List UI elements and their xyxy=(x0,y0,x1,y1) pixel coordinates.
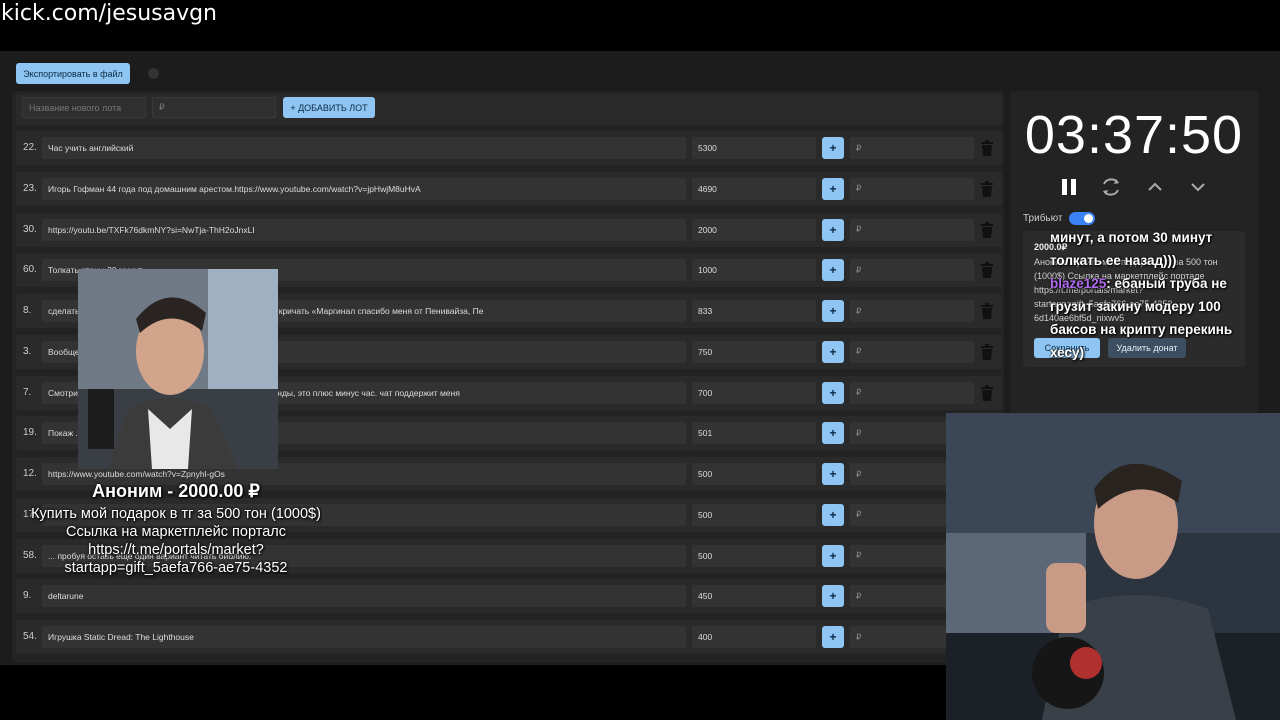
lot-amount-input[interactable]: 750 xyxy=(692,340,816,363)
timer-display: 03:37:50 xyxy=(1024,105,1244,165)
add-amount-button[interactable]: + xyxy=(822,177,844,200)
chevron-up-icon[interactable] xyxy=(1144,176,1166,198)
tribute-toggle[interactable] xyxy=(1069,212,1095,225)
add-amount-button[interactable]: + xyxy=(822,422,844,445)
trash-icon[interactable] xyxy=(980,140,994,156)
lot-row: 23. Игорь Гофман 44 года под домашним аре… xyxy=(16,171,1002,206)
lot-number: 9. xyxy=(23,590,32,602)
chat-message: blaze125: ебаный труба не грузит закину … xyxy=(1050,272,1250,364)
lot-number: 12. xyxy=(23,468,37,479)
webcam-overlay-small xyxy=(78,269,278,469)
lot-number: 19. xyxy=(23,427,37,439)
pause-icon[interactable] xyxy=(1058,176,1080,198)
trash-icon[interactable] xyxy=(980,221,994,238)
new-lot-name-input[interactable]: Название нового лота xyxy=(22,97,146,118)
trash-icon[interactable] xyxy=(980,303,994,319)
lot-amount-input[interactable]: 501 xyxy=(692,422,816,445)
lot-name-input[interactable]: Игорь Гофман 44 года под домашним аресто… xyxy=(42,177,686,200)
lot-ruble-input[interactable]: ₽ xyxy=(850,218,974,241)
lot-name-input[interactable]: https://youtu.be/TXFk76dkmNY?si=NwTja-Th… xyxy=(42,218,686,241)
alert-title: Аноним - 2000.00 ₽ xyxy=(92,481,260,501)
lot-amount-input[interactable]: 5300 xyxy=(692,137,816,159)
lot-number: 8. xyxy=(23,305,32,316)
lot-number: 60. xyxy=(23,264,37,276)
channel-url: kick.com/jesusavgn xyxy=(1,1,218,26)
lot-amount-input[interactable]: 450 xyxy=(692,585,816,608)
lot-amount-input[interactable]: 1000 xyxy=(692,259,816,282)
lot-row: 22. Час учить английский 5300 + ₽ xyxy=(16,131,1002,165)
add-amount-button[interactable]: + xyxy=(822,585,844,608)
lot-amount-input[interactable]: 833 xyxy=(692,300,816,322)
lot-name-input[interactable]: Игрушка Static Dread: The Lighthouse xyxy=(42,626,686,648)
add-amount-button[interactable]: + xyxy=(822,259,844,282)
lot-amount-input[interactable]: 500 xyxy=(692,544,816,567)
add-amount-button[interactable]: + xyxy=(822,300,844,322)
lot-amount-input[interactable]: 500 xyxy=(692,463,816,485)
lot-ruble-input[interactable]: ₽ xyxy=(850,381,974,404)
lot-number: 22. xyxy=(23,142,37,153)
add-amount-button[interactable]: + xyxy=(822,137,844,159)
add-amount-button[interactable]: + xyxy=(822,381,844,404)
lot-amount-input[interactable]: 400 xyxy=(692,626,816,648)
lot-row: 54. Игрушка Static Dread: The Lighthouse 4… xyxy=(16,620,1002,654)
alert-message-1: Купить мой подарок в тг за 500 тон (1000… xyxy=(31,506,321,522)
add-amount-button[interactable]: + xyxy=(822,218,844,241)
trash-icon[interactable] xyxy=(980,384,994,401)
lot-name-input[interactable]: Час учить английский xyxy=(42,137,686,159)
lot-row: 30. https://youtu.be/TXFk76dkmNY?si=NwTja… xyxy=(16,212,1002,247)
lot-ruble-input[interactable]: ₽ xyxy=(850,177,974,200)
lot-ruble-input[interactable]: ₽ xyxy=(850,259,974,282)
add-amount-button[interactable]: + xyxy=(822,626,844,648)
new-lot-price-input[interactable]: ₽ xyxy=(152,97,276,118)
lot-ruble-input[interactable]: ₽ xyxy=(850,300,974,322)
lot-ruble-input[interactable]: ₽ xyxy=(850,340,974,363)
add-amount-button[interactable]: + xyxy=(822,463,844,485)
lot-number: 3. xyxy=(23,345,32,357)
reset-icon[interactable] xyxy=(1100,176,1122,198)
lot-amount-input[interactable]: 4690 xyxy=(692,177,816,200)
lot-number: 7. xyxy=(23,386,32,398)
webcam-overlay-main xyxy=(946,413,1280,720)
chevron-down-icon[interactable] xyxy=(1187,176,1209,198)
chat-overlay: минут, а потом 30 минут толкать ее назад… xyxy=(1050,226,1250,364)
lot-ruble-input[interactable]: ₽ xyxy=(850,137,974,159)
lot-number: 54. xyxy=(23,631,37,642)
add-amount-button[interactable]: + xyxy=(822,340,844,363)
export-button[interactable]: Экспортировать в файл xyxy=(16,63,130,84)
lot-number: 30. xyxy=(23,223,37,235)
chat-username: blaze125 xyxy=(1050,276,1107,291)
add-lot-button[interactable]: + ДОБАВИТЬ ЛОТ xyxy=(283,97,375,118)
top-bar: kick.com/jesusavgn xyxy=(0,0,1280,50)
lot-number: 23. xyxy=(23,182,37,194)
tribute-label: Трибьют xyxy=(1023,213,1063,224)
donation-alert: Аноним - 2000.00 ₽ Купить мой подарок в … xyxy=(30,481,322,591)
alert-message-2: Ссылка на маркетплейс порталс https://t.… xyxy=(64,524,288,576)
add-amount-button[interactable]: + xyxy=(822,503,844,526)
trash-icon[interactable] xyxy=(980,262,994,279)
lot-amount-input[interactable]: 700 xyxy=(692,381,816,404)
trash-icon[interactable] xyxy=(980,343,994,360)
lot-amount-input[interactable]: 2000 xyxy=(692,218,816,241)
add-amount-button[interactable]: + xyxy=(822,544,844,567)
status-dot-icon xyxy=(148,68,159,79)
trash-icon[interactable] xyxy=(980,180,994,197)
chat-message-previous: минут, а потом 30 минут толкать ее назад… xyxy=(1050,230,1213,268)
lot-amount-input[interactable]: 500 xyxy=(692,503,816,526)
